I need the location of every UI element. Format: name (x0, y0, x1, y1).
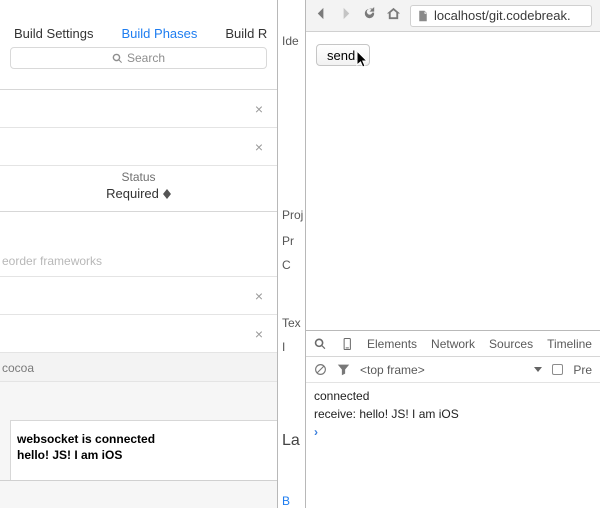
clear-icon[interactable] (314, 363, 327, 376)
xcode-pane: Build Settings Build Phases Build R Sear… (0, 0, 278, 508)
close-icon[interactable]: × (255, 101, 263, 117)
reorder-hint: eorder frameworks (0, 246, 277, 277)
xcode-console[interactable]: websocket is connected hello! JS! I am i… (10, 420, 277, 480)
browser-window: localhost/git.codebreak. send! Elements … (306, 0, 600, 508)
inspector-row: Pr (282, 234, 294, 248)
required-value: Required (106, 186, 159, 201)
search-icon (112, 53, 123, 64)
preserve-log-checkbox[interactable] (552, 364, 563, 375)
inspector-la-label: La (282, 432, 300, 450)
phase-row[interactable]: × (0, 128, 277, 166)
filter-icon[interactable] (337, 363, 350, 376)
frame-label: <top frame> (360, 363, 425, 377)
inspector-bu-label: B (282, 494, 290, 508)
address-bar[interactable]: localhost/git.codebreak. (410, 5, 592, 27)
home-button[interactable] (386, 6, 401, 26)
page-content: send! (306, 32, 600, 330)
tab-network[interactable]: Network (431, 337, 475, 351)
inspector-project-label: Proj (282, 208, 303, 222)
tab-build-rules[interactable]: Build R (225, 26, 267, 41)
devtools-console[interactable]: connected receive: hello! JS! I am iOS › (306, 383, 600, 508)
devtools: Elements Network Sources Timeline <top f… (306, 330, 600, 508)
console-line: connected (314, 387, 592, 405)
devtools-console-toolbar: <top frame> Pre (306, 357, 600, 383)
close-icon[interactable]: × (255, 326, 263, 342)
dropdown-icon[interactable] (534, 367, 542, 372)
console-line: websocket is connected (17, 431, 271, 447)
search-icon[interactable] (314, 337, 327, 351)
close-icon[interactable]: × (255, 288, 263, 304)
search-placeholder: Search (127, 51, 165, 65)
phase-row[interactable]: × (0, 90, 277, 128)
required-select[interactable]: Required (0, 186, 277, 211)
phase-row[interactable]: × (0, 277, 277, 315)
tab-timeline[interactable]: Timeline (547, 337, 592, 351)
status-header: Status (0, 166, 277, 186)
inspector-row: I (282, 340, 285, 354)
inspector-text-label: Tex (282, 316, 301, 330)
tab-build-phases[interactable]: Build Phases (122, 26, 198, 41)
mouse-cursor-icon (356, 50, 370, 73)
section-cocoa: cocoa (0, 353, 277, 382)
browser-toolbar: localhost/git.codebreak. (306, 0, 600, 32)
tab-build-settings[interactable]: Build Settings (14, 26, 94, 41)
xcode-inspector-strip: Ide Proj Pr C Tex I La B (278, 0, 306, 508)
console-prompt-icon: › (314, 425, 318, 439)
inspector-identity-label: Ide (282, 34, 299, 48)
phase-row[interactable]: × (0, 315, 277, 353)
devtools-tabs: Elements Network Sources Timeline (306, 331, 600, 357)
inspector-row: C (282, 258, 291, 272)
url-text: localhost/git.codebreak. (434, 8, 571, 23)
frame-selector[interactable]: <top frame> (360, 363, 425, 377)
console-line: receive: hello! JS! I am iOS (314, 405, 592, 423)
device-icon[interactable] (341, 337, 354, 351)
file-icon (417, 10, 429, 22)
reload-button[interactable] (362, 6, 377, 26)
back-button[interactable] (314, 6, 329, 26)
close-icon[interactable]: × (255, 139, 263, 155)
tab-elements[interactable]: Elements (367, 337, 417, 351)
xcode-tabs: Build Settings Build Phases Build R (0, 22, 277, 47)
xcode-footer (0, 480, 277, 508)
forward-button (338, 6, 353, 26)
tab-sources[interactable]: Sources (489, 337, 533, 351)
preserve-log-label: Pre (573, 363, 592, 377)
search-input[interactable]: Search (10, 47, 267, 69)
console-line: hello! JS! I am iOS (17, 447, 271, 463)
stepper-icon (163, 189, 171, 199)
